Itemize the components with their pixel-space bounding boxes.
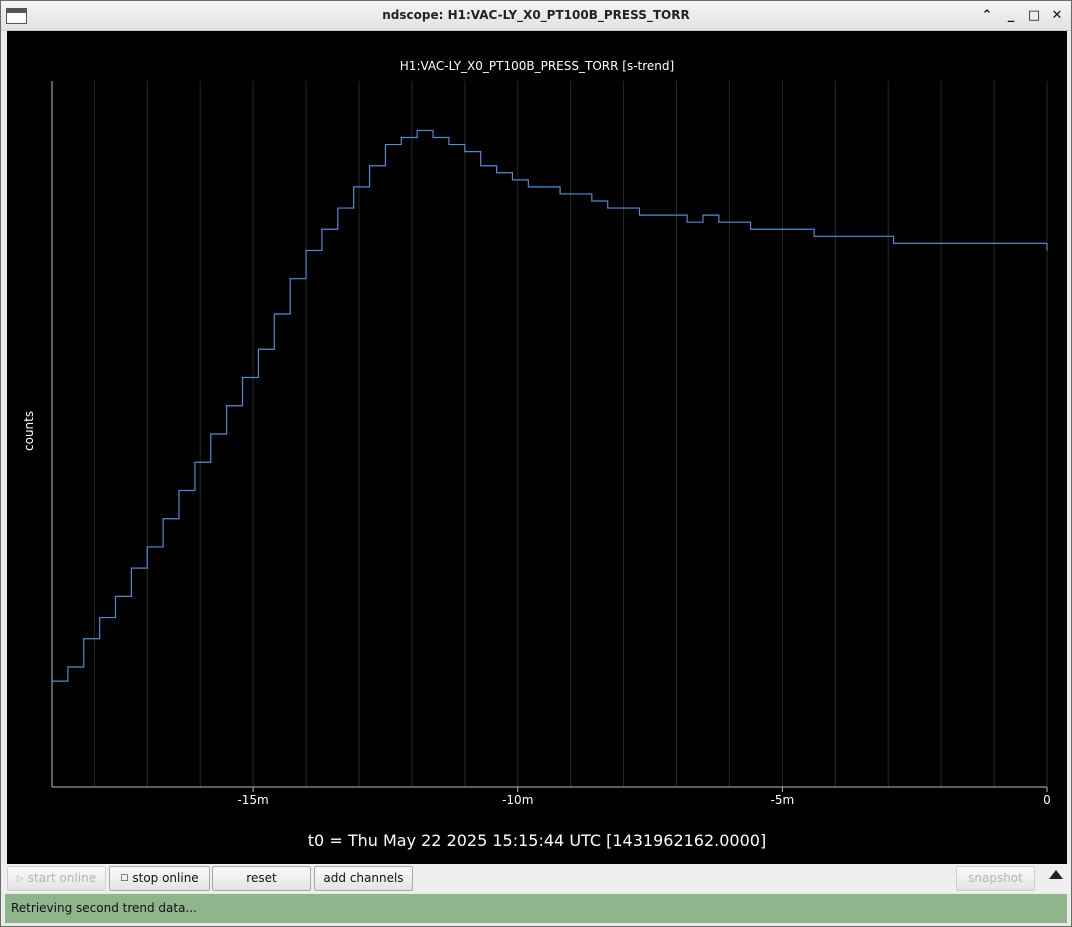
ndscope-window: ndscope: H1:VAC-LY_X0_PT100B_PRESS_TORR …	[0, 0, 1072, 927]
series-line	[52, 129, 1048, 682]
title-bar[interactable]: ndscope: H1:VAC-LY_X0_PT100B_PRESS_TORR …	[1, 1, 1071, 31]
add-channels-button[interactable]: add channels	[314, 866, 413, 891]
trend-chart[interactable]: -15m -10m -5m 0	[7, 31, 1067, 831]
reset-button[interactable]: reset	[212, 866, 311, 891]
expand-triangle-icon[interactable]	[1049, 870, 1063, 879]
status-bar: Retrieving second trend data...	[5, 894, 1067, 923]
maximize-button[interactable]: □	[1025, 7, 1043, 25]
minimize-button[interactable]: _	[1002, 7, 1020, 25]
stop-icon: ☐	[120, 874, 129, 884]
toolbar: ▷ start online ☐ stop online reset add cha…	[1, 864, 1071, 893]
snapshot-button[interactable]: snapshot	[956, 866, 1035, 891]
start-online-button[interactable]: ▷ start online	[7, 866, 106, 891]
window-title: ndscope: H1:VAC-LY_X0_PT100B_PRESS_TORR	[382, 8, 690, 22]
x-tick-label: -15m	[237, 793, 268, 807]
close-button[interactable]: ✕	[1048, 7, 1066, 25]
t0-label: t0 = Thu May 22 2025 15:15:44 UTC [14319…	[307, 831, 767, 850]
plot-area[interactable]: H1:VAC-LY_X0_PT100B_PRESS_TORR [s-trend]…	[7, 31, 1067, 864]
start-online-label: start online	[27, 871, 97, 885]
stop-online-button[interactable]: ☐ stop online	[109, 866, 210, 891]
play-icon: ▷	[16, 874, 24, 884]
shade-button[interactable]: ⌃	[978, 7, 996, 25]
stop-online-label: stop online	[132, 871, 199, 885]
x-tick-label: -10m	[502, 793, 533, 807]
x-tick-label: -5m	[771, 793, 795, 807]
x-tick-label: 0	[1043, 793, 1051, 807]
